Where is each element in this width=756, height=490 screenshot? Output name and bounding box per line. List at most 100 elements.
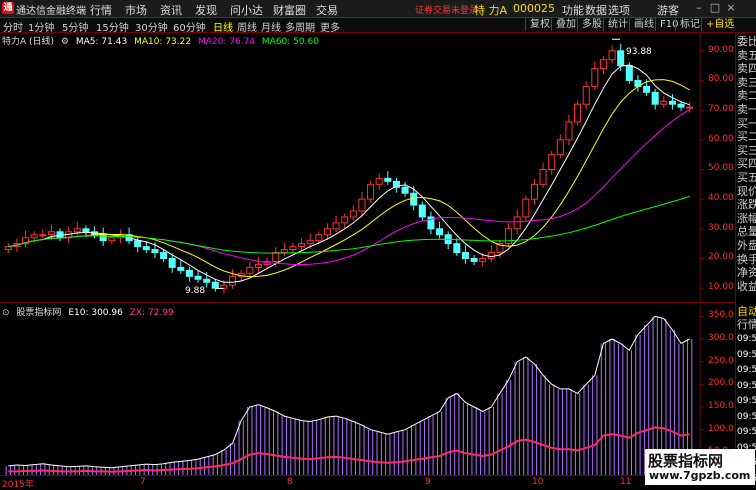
ma10-line bbox=[8, 79, 690, 278]
period-tab-daily[interactable]: 日线 bbox=[213, 19, 233, 34]
candle-body bbox=[82, 228, 90, 233]
candle-body bbox=[522, 198, 530, 218]
period-tab-monthly[interactable]: 月线 bbox=[261, 19, 281, 34]
legend-ma10: MA10: 73.22 bbox=[134, 37, 192, 47]
sidebar-field: 总量 bbox=[737, 225, 756, 239]
sidebar-field: 净资 bbox=[737, 266, 756, 280]
volume-tick-label: 100.0 bbox=[708, 423, 734, 434]
candle-body bbox=[73, 228, 81, 233]
sidebar-tab[interactable]: 自动 bbox=[737, 305, 756, 318]
watermark-line2: www.7gpzb.com bbox=[649, 469, 751, 482]
price-tick-label: 20.00 bbox=[708, 252, 734, 263]
guest-label[interactable]: 游客 bbox=[657, 2, 679, 18]
candle-body bbox=[108, 237, 116, 242]
date-label: 7 bbox=[140, 477, 146, 487]
menu-trade[interactable]: 交易 bbox=[316, 2, 338, 18]
price-tick-label: 10.00 bbox=[708, 282, 734, 293]
e10-line bbox=[8, 315, 690, 469]
menu-quotes[interactable]: 行情 bbox=[90, 2, 112, 18]
candle-body bbox=[332, 222, 340, 230]
app-logo-icon: 通 bbox=[2, 2, 14, 14]
multi-stock-button[interactable]: 多股 bbox=[577, 18, 606, 31]
period-tab-5min[interactable]: 5分钟 bbox=[62, 19, 88, 34]
candle-body bbox=[323, 228, 331, 236]
candle-body bbox=[160, 252, 168, 259]
login-link[interactable]: 证券交易未登录 bbox=[415, 3, 478, 16]
period-tab-intraday[interactable]: 分时 bbox=[3, 19, 23, 34]
candle-body bbox=[151, 249, 159, 254]
candle-body bbox=[487, 252, 495, 259]
minimize-icon[interactable]: – bbox=[692, 1, 706, 15]
sidebar-field: 买一 bbox=[737, 116, 756, 130]
candle-body bbox=[358, 198, 366, 212]
candle-body bbox=[185, 269, 193, 277]
statistics-button[interactable]: 统计 bbox=[603, 18, 632, 31]
maximize-icon[interactable]: □ bbox=[708, 1, 722, 15]
candlestick-chart[interactable] bbox=[0, 33, 735, 303]
mark-button[interactable]: 标记 bbox=[675, 18, 704, 31]
trade-time: 09:52 bbox=[737, 380, 756, 391]
candle-body bbox=[479, 257, 487, 262]
candle-body bbox=[341, 216, 349, 224]
candle-body bbox=[168, 257, 176, 268]
candle-body bbox=[651, 91, 659, 105]
menu-options[interactable]: 选项 bbox=[608, 2, 630, 18]
menu-wealth[interactable]: 财富圈 bbox=[273, 2, 306, 18]
candle-body bbox=[272, 252, 280, 262]
legend-e10: E10: 300.96 bbox=[68, 308, 123, 318]
period-tab-30min[interactable]: 30分钟 bbox=[135, 19, 168, 34]
sidebar-tab[interactable]: 行情 bbox=[737, 318, 756, 331]
period-tab-60min[interactable]: 60分钟 bbox=[173, 19, 206, 34]
date-label: 8 bbox=[287, 477, 293, 487]
candle-body bbox=[548, 154, 556, 170]
price-tick-label: 30.00 bbox=[708, 222, 734, 233]
draw-button[interactable]: 画线 bbox=[629, 18, 658, 31]
sidebar-field: 卖二 bbox=[737, 89, 756, 103]
candle-body bbox=[574, 103, 582, 123]
adjust-button[interactable]: 复权 bbox=[525, 18, 554, 31]
add-watchlist-button[interactable]: +自选 bbox=[701, 18, 738, 31]
indicator-settings-icon[interactable]: ⊙ bbox=[2, 308, 10, 318]
menu-ask[interactable]: 问小达 bbox=[230, 2, 263, 18]
candle-body bbox=[565, 121, 573, 141]
candle-body bbox=[591, 68, 599, 87]
sidebar-field: 涨幅 bbox=[737, 211, 756, 225]
candle-body bbox=[410, 192, 418, 206]
legend-ma20: MA20: 76.74 bbox=[197, 37, 256, 47]
candle-body bbox=[47, 231, 55, 236]
candle-body bbox=[513, 216, 521, 230]
period-tab-1min[interactable]: 1分钟 bbox=[28, 19, 54, 34]
candle-body bbox=[375, 177, 383, 185]
menu-discover[interactable]: 发现 bbox=[195, 2, 217, 18]
period-tab-weekly[interactable]: 周线 bbox=[237, 19, 257, 34]
indicator-name: 股票指标网 bbox=[16, 308, 62, 318]
sidebar-field: 现价 bbox=[737, 184, 756, 198]
legend-ma5: MA5: 71.43 bbox=[75, 37, 128, 47]
period-tab-multi[interactable]: 多周期 bbox=[285, 19, 315, 34]
date-label: 11 bbox=[620, 477, 632, 487]
price-tick-label: 40.00 bbox=[708, 193, 734, 204]
overlay-button[interactable]: 叠加 bbox=[551, 18, 580, 31]
close-icon[interactable]: × bbox=[724, 1, 738, 15]
menu-news[interactable]: 资讯 bbox=[160, 2, 182, 18]
menu-function[interactable]: 功能 bbox=[562, 2, 584, 18]
candle-body bbox=[556, 139, 564, 156]
indicator-chart[interactable] bbox=[0, 305, 735, 475]
period-tab-15min[interactable]: 15分钟 bbox=[96, 19, 129, 34]
candle-body bbox=[220, 284, 228, 289]
sidebar-field: 买二 bbox=[737, 130, 756, 144]
trade-time: 09:51 bbox=[737, 349, 756, 360]
candle-body bbox=[530, 183, 538, 200]
period-tab-more[interactable]: 更多 bbox=[320, 19, 340, 34]
sidebar-field: 卖一 bbox=[737, 103, 756, 116]
candle-body bbox=[229, 275, 237, 286]
candle-body bbox=[505, 228, 513, 245]
price-tick-label: 80.00 bbox=[708, 74, 734, 85]
settings-icon[interactable]: ⚙ bbox=[61, 37, 69, 47]
menu-market[interactable]: 市场 bbox=[125, 2, 147, 18]
menu-data[interactable]: 数据 bbox=[585, 2, 607, 18]
ma20-line bbox=[8, 108, 690, 266]
candle-body bbox=[349, 210, 357, 218]
candle-body bbox=[39, 234, 47, 237]
date-label: 2015年 bbox=[2, 480, 34, 490]
